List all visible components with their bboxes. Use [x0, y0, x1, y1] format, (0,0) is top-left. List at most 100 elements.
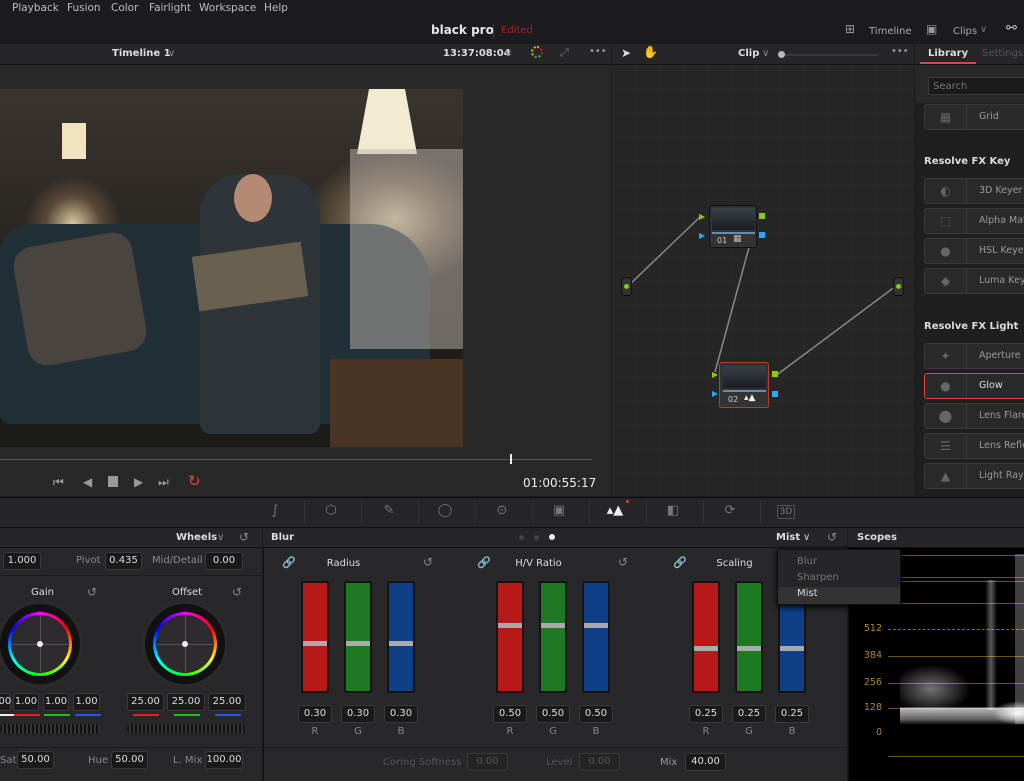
- offset-green-field[interactable]: 25.00: [167, 693, 205, 711]
- chevron-down-icon[interactable]: ∨: [803, 532, 810, 543]
- slider-handle[interactable]: [780, 646, 804, 651]
- tab-settings[interactable]: Settings: [982, 48, 1023, 59]
- timeline-selector[interactable]: Timeline 1: [112, 48, 171, 59]
- link-icon[interactable]: 🔗: [673, 556, 687, 569]
- menu-color[interactable]: Color: [111, 2, 138, 14]
- blue-value-field[interactable]: 0.30: [384, 705, 418, 723]
- timeline-icon[interactable]: ⊞: [845, 22, 855, 36]
- library-item[interactable]: ◆ Luma Keyer: [924, 268, 1024, 294]
- offset-red-field[interactable]: 25.00: [127, 693, 164, 711]
- hand-icon[interactable]: ✋: [643, 45, 658, 59]
- tracker-icon[interactable]: ⊙: [492, 503, 512, 521]
- rgb-input-icon[interactable]: ▶: [699, 212, 705, 221]
- play-icon[interactable]: ▶: [134, 475, 143, 489]
- link-icon[interactable]: 🔗: [477, 556, 491, 569]
- slider-handle[interactable]: [694, 646, 718, 651]
- blue-slider[interactable]: [582, 581, 610, 693]
- green-value-field[interactable]: 0.30: [341, 705, 375, 723]
- sat-field[interactable]: 50.00: [17, 751, 54, 769]
- library-item[interactable]: ◐ 3D Keyer: [924, 178, 1024, 204]
- reset-icon[interactable]: ↺: [239, 530, 249, 544]
- red-slider[interactable]: [301, 581, 329, 693]
- node-graph-icon[interactable]: ⚯: [1006, 21, 1017, 36]
- zoom-slider[interactable]: [783, 54, 878, 56]
- pointer-icon[interactable]: ➤: [621, 46, 631, 60]
- node-02[interactable]: 02 ▴▲: [719, 362, 769, 408]
- magic-mask-icon[interactable]: ▣: [549, 503, 569, 521]
- level-field[interactable]: 0.00: [579, 753, 620, 771]
- reset-icon[interactable]: ↺: [87, 585, 97, 599]
- chevron-down-icon[interactable]: ∨: [168, 48, 175, 59]
- library-item-grid[interactable]: ▦ Grid: [924, 104, 1024, 130]
- gain-blue-field[interactable]: 1.00: [73, 693, 100, 711]
- scrub-bar[interactable]: [0, 459, 592, 460]
- rgb-output[interactable]: [759, 213, 765, 219]
- skip-to-start-icon[interactable]: ⏮: [53, 475, 64, 490]
- dropdown-option-blur[interactable]: Blur: [797, 556, 817, 567]
- library-item[interactable]: ⬚ Alpha Matte: [924, 208, 1024, 234]
- pivot-field[interactable]: 0.435: [105, 552, 142, 570]
- mix-field[interactable]: 40.00: [685, 753, 726, 771]
- reset-icon[interactable]: ↺: [423, 555, 433, 569]
- wheels-mode-selector[interactable]: Wheels: [176, 532, 217, 543]
- clips-button[interactable]: Clips: [953, 26, 977, 37]
- key-input-icon[interactable]: ▶: [699, 231, 705, 240]
- green-value-field[interactable]: 0.50: [536, 705, 570, 723]
- blur-icon[interactable]: ▴▲: [605, 503, 625, 521]
- slider-handle[interactable]: [346, 641, 370, 646]
- rgb-output[interactable]: [772, 371, 778, 377]
- wheel-center-handle[interactable]: [37, 641, 43, 647]
- menu-help[interactable]: Help: [264, 2, 288, 14]
- slider-handle[interactable]: [737, 646, 761, 651]
- mid-detail-field[interactable]: 0.00: [205, 552, 243, 570]
- lmix-field[interactable]: 100.00: [205, 751, 243, 769]
- fullscreen-icon[interactable]: ⤢: [560, 46, 569, 60]
- key-input-icon[interactable]: ▶: [712, 389, 718, 398]
- red-value-field[interactable]: 0.25: [689, 705, 723, 723]
- red-slider[interactable]: [692, 581, 720, 693]
- curves-icon[interactable]: ∫: [265, 503, 285, 521]
- offset-master-wheel[interactable]: [127, 724, 246, 734]
- color-warper-icon[interactable]: ⬡: [321, 503, 341, 521]
- slider-handle[interactable]: [498, 623, 522, 628]
- zoom-slider-handle[interactable]: [778, 51, 785, 58]
- slider-handle[interactable]: [389, 641, 413, 646]
- menu-workspace[interactable]: Workspace: [199, 2, 256, 14]
- slider-handle[interactable]: [584, 623, 608, 628]
- red-value-field[interactable]: 0.50: [493, 705, 527, 723]
- color-wheel-icon[interactable]: [531, 46, 543, 58]
- menu-playback[interactable]: Playback: [12, 2, 59, 14]
- library-item[interactable]: ● HSL Keyer: [924, 238, 1024, 264]
- clips-icon[interactable]: ▣: [926, 22, 937, 36]
- offset-wheel[interactable]: [145, 604, 225, 684]
- green-slider[interactable]: [344, 581, 372, 693]
- chevron-down-icon[interactable]: ∨: [505, 48, 512, 59]
- green-slider[interactable]: [735, 581, 763, 693]
- library-item[interactable]: ✦ Aperture Diffraction: [924, 343, 1024, 369]
- node-mode-selector[interactable]: Clip: [738, 48, 759, 59]
- chevron-down-icon[interactable]: ∨: [217, 532, 224, 543]
- reset-icon[interactable]: ↺: [827, 530, 837, 544]
- gain-wheel[interactable]: [0, 604, 80, 684]
- wheel-center-handle[interactable]: [182, 641, 188, 647]
- green-value-field[interactable]: 0.25: [732, 705, 766, 723]
- blue-value-field[interactable]: 0.25: [775, 705, 809, 723]
- tab-library[interactable]: Library: [928, 48, 968, 59]
- stop-icon[interactable]: [108, 476, 118, 487]
- loop-icon[interactable]: ↻: [188, 472, 201, 490]
- blue-value-field[interactable]: 0.50: [579, 705, 613, 723]
- red-value-field[interactable]: 0.30: [298, 705, 332, 723]
- offset-blue-field[interactable]: 25.00: [208, 693, 246, 711]
- skip-to-end-icon[interactable]: ⏭: [158, 475, 169, 490]
- sizing-icon[interactable]: ⟳: [720, 503, 740, 521]
- menu-fairlight[interactable]: Fairlight: [149, 2, 191, 14]
- output-node[interactable]: [893, 277, 904, 296]
- chevron-down-icon[interactable]: ∨: [980, 24, 987, 35]
- blur-mode-selector[interactable]: Mist: [776, 532, 800, 543]
- dropdown-option-sharpen[interactable]: Sharpen: [797, 572, 839, 583]
- timeline-button[interactable]: Timeline: [869, 26, 912, 37]
- library-item-selected[interactable]: ● Glow: [924, 373, 1024, 399]
- gain-green-field[interactable]: 1.00: [43, 693, 69, 711]
- search-input[interactable]: [928, 77, 1024, 95]
- 3d-icon[interactable]: 3D: [777, 505, 795, 519]
